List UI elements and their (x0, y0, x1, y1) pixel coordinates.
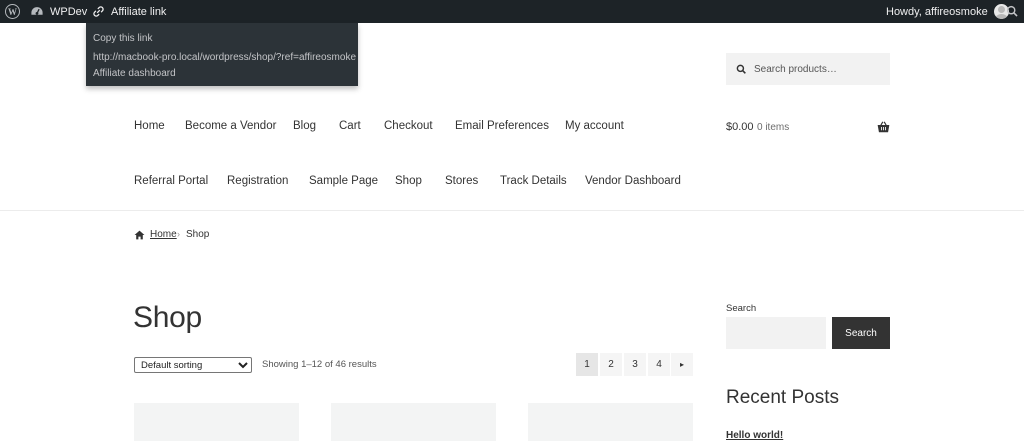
nav-shop[interactable]: Shop (395, 175, 422, 187)
home-icon (134, 230, 145, 240)
nav-track-details[interactable]: Track Details (500, 175, 567, 187)
breadcrumb-home-link[interactable]: Home (150, 229, 177, 240)
page-title: Shop (133, 301, 202, 334)
recent-post-link[interactable]: Hello world! (726, 430, 783, 441)
nav-registration[interactable]: Registration (227, 175, 288, 187)
search-icon (736, 64, 746, 74)
breadcrumb-separator: › (177, 229, 180, 239)
cart-amount[interactable]: $0.00 (726, 121, 754, 133)
nav-become-a-vendor[interactable]: Become a Vendor (185, 120, 276, 132)
nav-email-preferences[interactable]: Email Preferences (455, 120, 549, 132)
nav-referral-portal[interactable]: Referral Portal (134, 175, 208, 187)
page-4[interactable]: 4 (648, 353, 670, 376)
sidebar-search-label: Search (726, 303, 757, 314)
page-2[interactable]: 2 (600, 353, 622, 376)
greeting: Howdy, affireosmoke (886, 5, 988, 18)
affiliate-url[interactable]: http://macbook-pro.local/wordpress/shop/… (93, 52, 356, 63)
cart-item-count[interactable]: 0 items (757, 122, 789, 133)
copy-link-item[interactable]: Copy this link (93, 33, 152, 44)
product-card[interactable] (528, 403, 693, 441)
next-page-button[interactable]: ▸ (671, 353, 693, 376)
nav-stores[interactable]: Stores (445, 175, 478, 187)
site-name: WPDev (50, 5, 88, 18)
sidebar-search-button[interactable]: Search (832, 317, 890, 349)
link-icon (93, 6, 104, 17)
product-search-input[interactable] (754, 63, 884, 75)
admin-bar: W WPDev Affiliate link Howdy, affireosmo… (0, 0, 1024, 23)
recent-posts-title: Recent Posts (726, 387, 839, 408)
product-card[interactable] (134, 403, 299, 441)
product-search (726, 53, 890, 85)
nav-blog[interactable]: Blog (293, 120, 316, 132)
page-3[interactable]: 3 (624, 353, 646, 376)
sorting-select[interactable]: Default sorting (134, 357, 252, 373)
affiliate-dropdown: Copy this link http://macbook-pro.local/… (86, 23, 358, 86)
header-divider (0, 210, 1024, 211)
result-count: Showing 1–12 of 46 results (262, 359, 377, 370)
account-menu[interactable]: Howdy, affireosmoke (886, 0, 1009, 23)
nav-sample-page[interactable]: Sample Page (309, 175, 378, 187)
nav-cart[interactable]: Cart (339, 120, 361, 132)
sidebar-search-input[interactable] (726, 317, 826, 349)
nav-vendor-dashboard[interactable]: Vendor Dashboard (585, 175, 681, 187)
site-name-menu[interactable]: WPDev (30, 0, 87, 23)
affiliate-link-label: Affiliate link (111, 5, 167, 18)
search-icon[interactable] (1006, 5, 1019, 18)
dashboard-icon (31, 6, 43, 15)
product-card[interactable] (331, 403, 496, 441)
breadcrumb-current: Shop (186, 229, 210, 240)
nav-home[interactable]: Home (134, 120, 165, 132)
affiliate-dashboard-item[interactable]: Affiliate dashboard (93, 68, 176, 79)
wordpress-logo-icon[interactable]: W (5, 4, 20, 19)
nav-checkout[interactable]: Checkout (384, 120, 433, 132)
page-1[interactable]: 1 (576, 353, 598, 376)
nav-my-account[interactable]: My account (565, 120, 624, 132)
basket-icon[interactable] (877, 121, 890, 133)
affiliate-link-menu[interactable]: Affiliate link (92, 0, 166, 23)
